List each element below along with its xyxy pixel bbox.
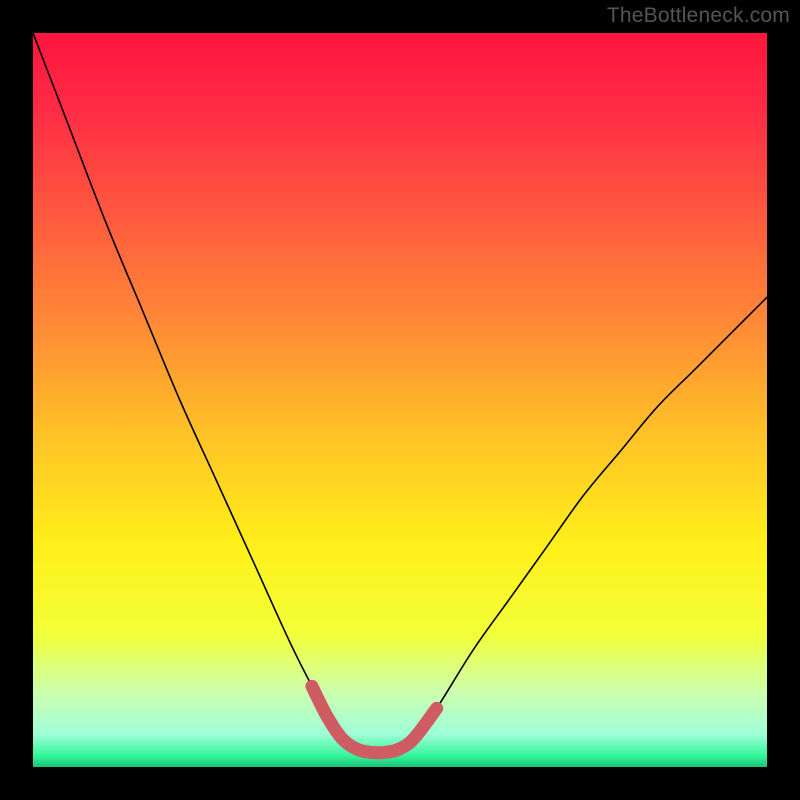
watermark-text: TheBottleneck.com — [607, 4, 790, 28]
plot-area — [33, 33, 767, 767]
gradient-background — [33, 33, 767, 767]
chart-frame: TheBottleneck.com — [0, 0, 800, 800]
chart-svg — [33, 33, 767, 767]
